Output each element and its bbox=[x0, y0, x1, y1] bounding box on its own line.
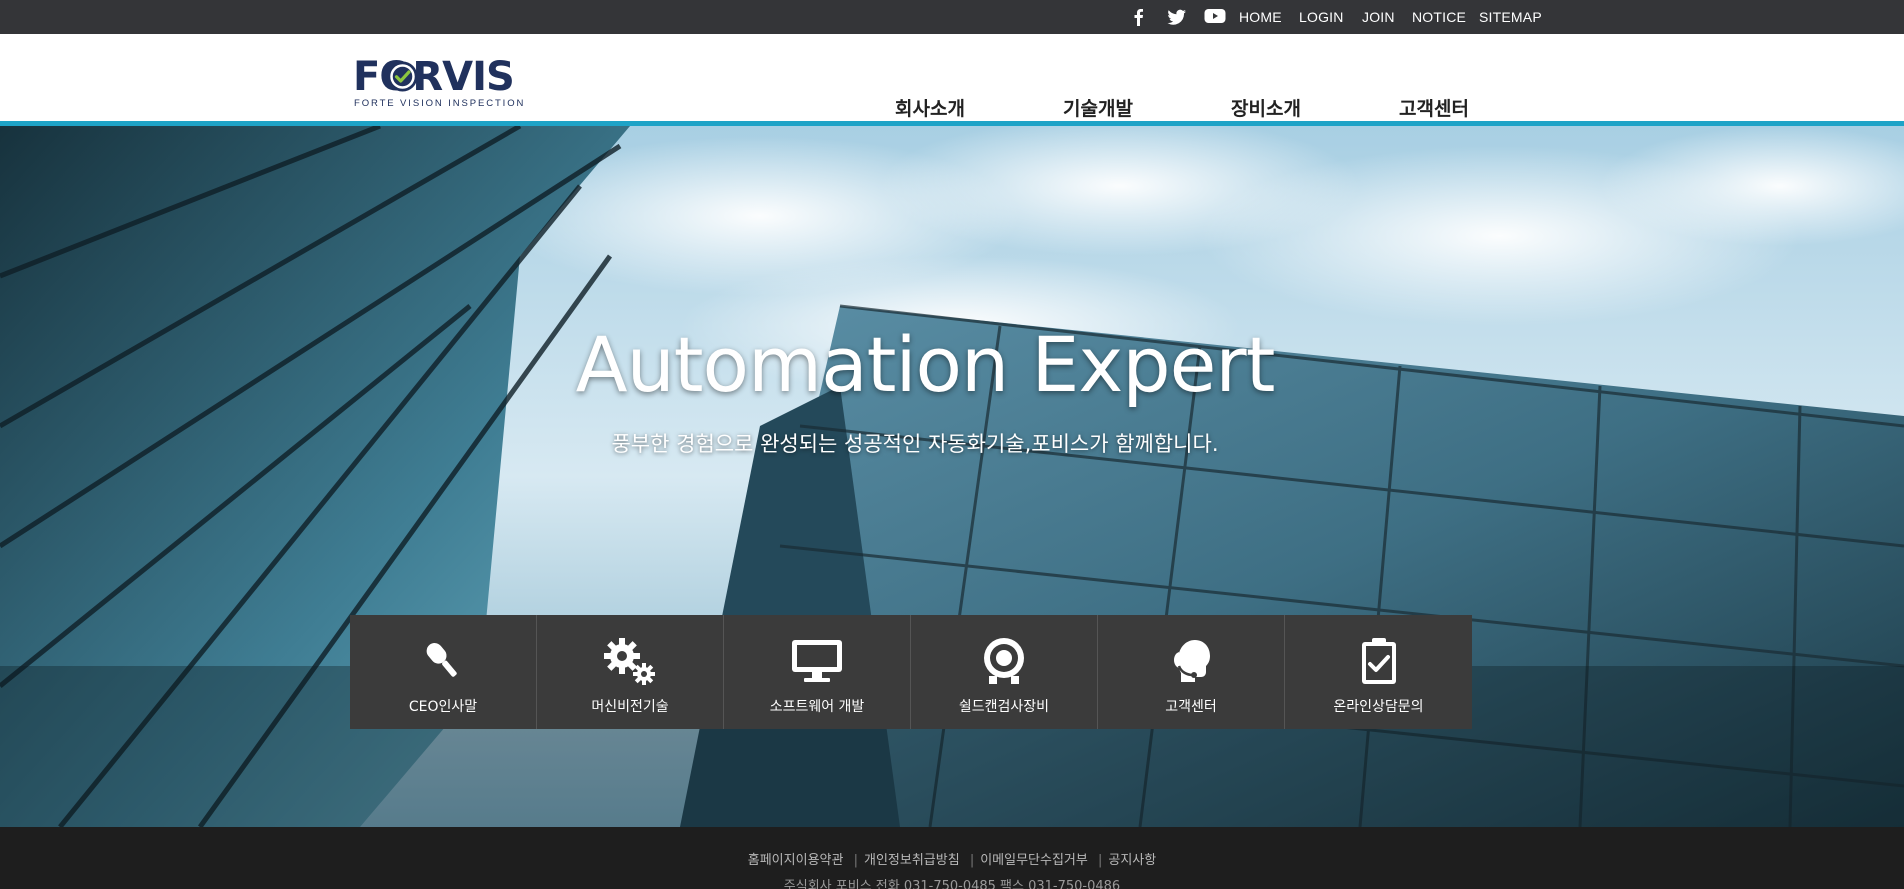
quick-shield-can-inspection[interactable]: 쉴드캔검사장비 bbox=[911, 615, 1098, 729]
footer-link-terms[interactable]: 홈페이지이용약관 bbox=[748, 853, 844, 868]
quick-customer-center[interactable]: 고객센터 bbox=[1098, 615, 1285, 729]
join-link[interactable]: JOIN bbox=[1362, 9, 1395, 25]
quick-online-inquiry[interactable]: 온라인상담문의 bbox=[1285, 615, 1472, 729]
logo-wordmark: FORVIS bbox=[353, 54, 515, 100]
nav-equipment[interactable]: 장비소개 bbox=[1231, 94, 1301, 121]
nav-company[interactable]: 회사소개 bbox=[895, 94, 965, 121]
logo-check-icon bbox=[387, 61, 418, 92]
hero-title: Automation Expert bbox=[575, 320, 1276, 409]
quick-label: 고객센터 bbox=[1165, 699, 1217, 715]
footer-separator: | bbox=[1097, 853, 1103, 868]
nav-customer-center[interactable]: 고객센터 bbox=[1399, 94, 1469, 121]
nav-technology[interactable]: 기술개발 bbox=[1063, 94, 1133, 121]
footer-separator: | bbox=[969, 853, 975, 868]
facebook-icon[interactable] bbox=[1131, 8, 1147, 26]
microphone-icon bbox=[415, 635, 471, 687]
footer-link-notice[interactable]: 공지사항 bbox=[1108, 853, 1156, 868]
quick-label: 머신비전기술 bbox=[591, 699, 669, 715]
quick-label: 쉴드캔검사장비 bbox=[958, 699, 1050, 715]
quick-machine-vision[interactable]: 머신비전기술 bbox=[537, 615, 724, 729]
notice-link[interactable]: NOTICE bbox=[1412, 9, 1466, 25]
hero-banner: Automation Expert 풍부한 경험으로 완성되는 성공적인 자동화… bbox=[0, 126, 1904, 827]
site-header: FORVIS FORTE VISION INSPECTION 회사소개 기술개발… bbox=[0, 34, 1904, 126]
quick-label: CEO인사말 bbox=[408, 699, 478, 715]
quick-software-dev[interactable]: 소프트웨어 개발 bbox=[724, 615, 911, 729]
home-link[interactable]: HOME bbox=[1239, 9, 1282, 25]
quick-menu: CEO인사말 머신비전기술 소프트웨어 개발 쉴드캔검사장비 고객센터 온라인상… bbox=[350, 615, 1476, 729]
quick-ceo-greeting[interactable]: CEO인사말 bbox=[350, 615, 537, 729]
footer-separator: | bbox=[853, 853, 858, 868]
site-logo[interactable]: FORVIS FORTE VISION INSPECTION bbox=[353, 54, 523, 111]
footer-link-email-refusal[interactable]: 이메일무단수집거부 bbox=[980, 853, 1088, 868]
gears-icon bbox=[602, 635, 658, 687]
headset-icon bbox=[1163, 635, 1219, 687]
youtube-icon[interactable] bbox=[1204, 8, 1226, 24]
footer-links: 홈페이지이용약관 | 개인정보취급방침 | 이메일무단수집거부 | 공지사항 bbox=[0, 849, 1904, 868]
twitter-icon[interactable] bbox=[1167, 8, 1187, 26]
login-link[interactable]: LOGIN bbox=[1299, 9, 1344, 25]
footer-link-privacy[interactable]: 개인정보취급방침 bbox=[864, 853, 960, 868]
clipboard-check-icon bbox=[1351, 635, 1407, 687]
sitemap-link[interactable]: SITEMAP bbox=[1479, 9, 1542, 25]
footer-company-info: 주식회사 포비스 전화 031-750-0485 팩스 031-750-0486 bbox=[783, 879, 1121, 889]
hero-subtitle: 풍부한 경험으로 완성되는 성공적인 자동화기술,포비스가 함께합니다. bbox=[611, 432, 1219, 456]
site-footer: 홈페이지이용약관 | 개인정보취급방침 | 이메일무단수집거부 | 공지사항 주식회사… bbox=[0, 827, 1904, 889]
inspection-device-icon bbox=[976, 635, 1032, 687]
quick-label: 소프트웨어 개발 bbox=[769, 699, 865, 715]
top-utility-bar: HOME LOGIN JOIN NOTICE SITEMAP bbox=[0, 0, 1904, 34]
logo-tagline: FORTE VISION INSPECTION bbox=[354, 98, 526, 109]
monitor-icon bbox=[789, 635, 845, 687]
quick-label: 온라인상담문의 bbox=[1333, 699, 1424, 715]
